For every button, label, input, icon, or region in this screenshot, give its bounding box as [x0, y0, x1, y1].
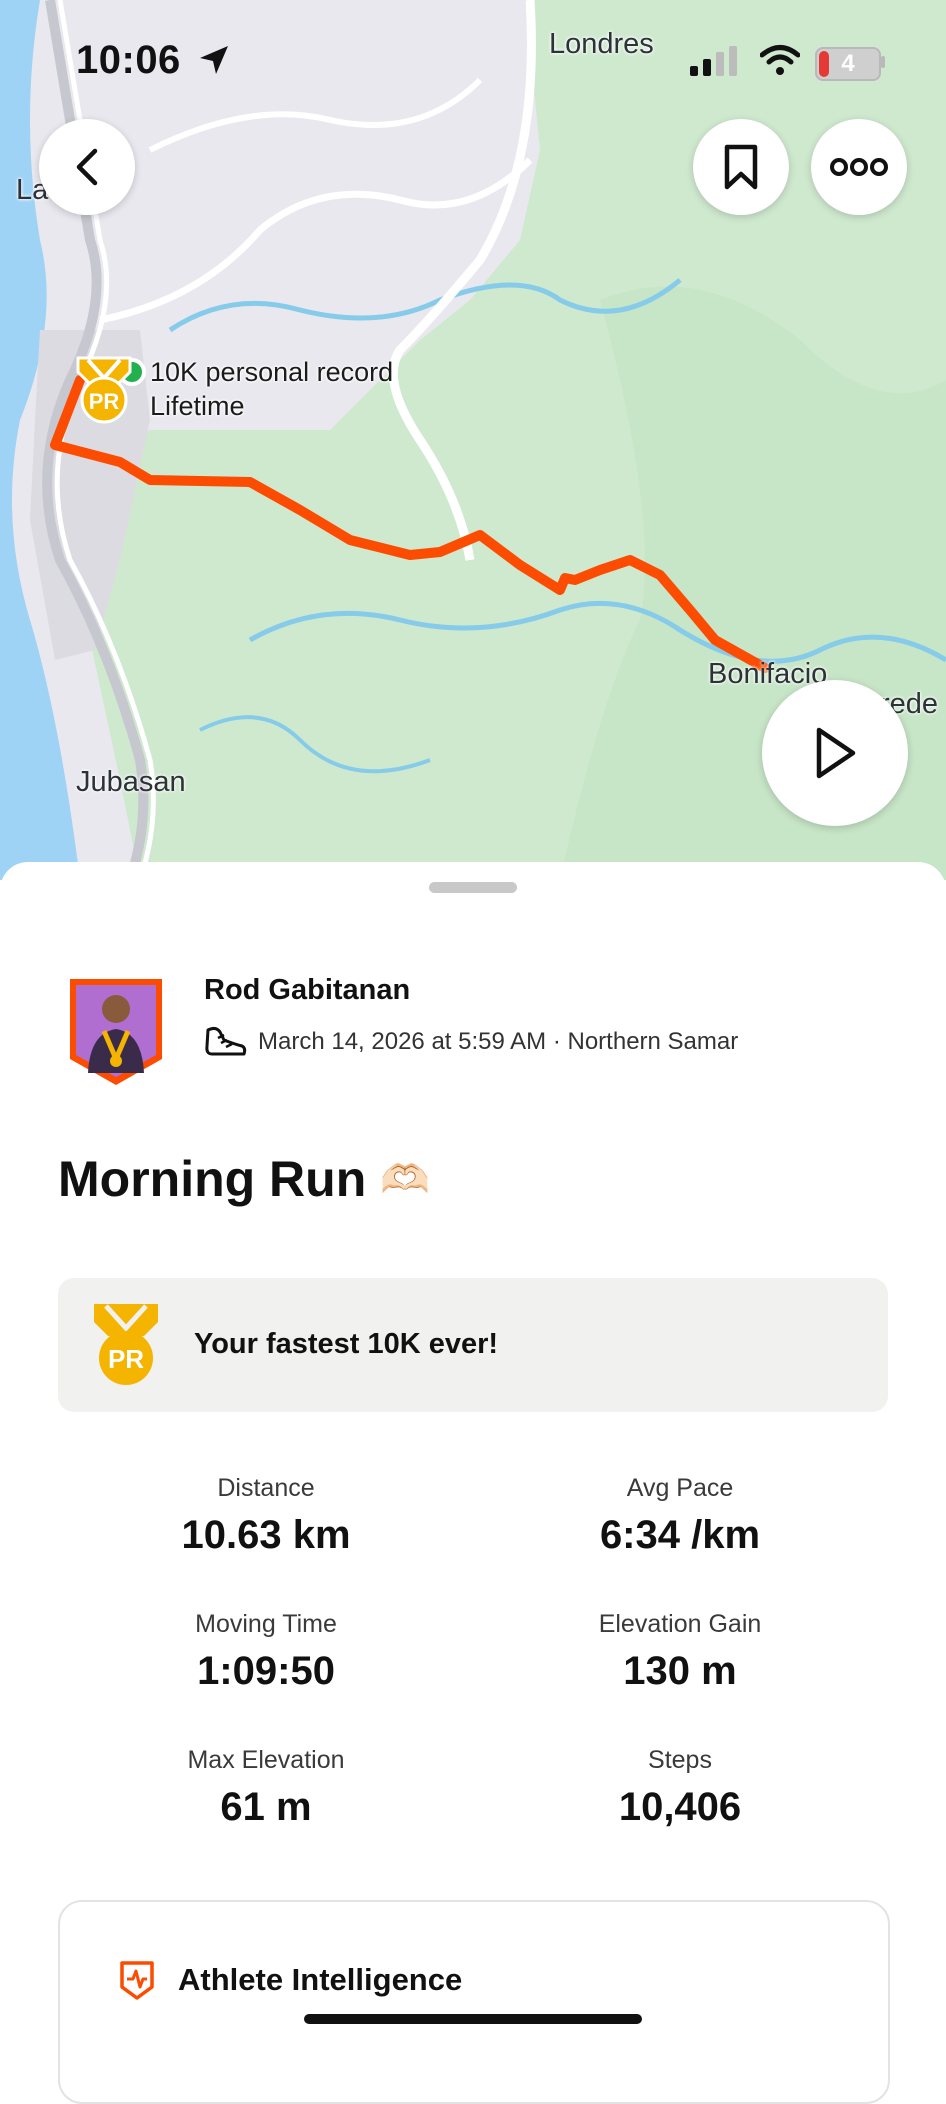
home-indicator[interactable] [304, 2014, 642, 2024]
stat-value: 10.63 km [181, 1513, 351, 1557]
cellular-signal-icon [690, 46, 737, 76]
activity-meta: March 14, 2026 at 5:59 AM · Northern Sam… [204, 1024, 738, 1060]
more-options-button[interactable] [811, 119, 907, 215]
route-map[interactable]: Londres La Jubasan Bonifacio rede PR 10K… [0, 0, 946, 880]
status-bar: 10:06 4 [0, 0, 946, 110]
flyover-play-button[interactable] [762, 680, 908, 826]
stat-elevation-gain: Elevation Gain 130 m [480, 1610, 880, 1694]
location-arrow-icon [200, 46, 228, 74]
activity-sheet: Rod Gabitanan March 14, 2026 at 5:59 AM … [0, 862, 946, 2104]
stat-max-elevation: Max Elevation 61 m [66, 1746, 466, 1830]
stat-value: 130 m [623, 1649, 737, 1693]
stat-value: 61 m [220, 1785, 312, 1829]
stat-label: Moving Time [195, 1610, 337, 1638]
pr-marker-line2: Lifetime [150, 391, 245, 421]
stat-label: Steps [648, 1746, 712, 1774]
stat-steps: Steps 10,406 [480, 1746, 880, 1830]
wifi-icon [760, 45, 800, 75]
svg-text:PR: PR [89, 389, 120, 414]
pr-achievement-card[interactable]: PR Your fastest 10K ever! [58, 1278, 888, 1412]
stat-label: Elevation Gain [598, 1610, 762, 1638]
pr-medal-icon[interactable]: PR [72, 354, 136, 426]
stat-avg-pace: Avg Pace 6:34 /km [480, 1474, 880, 1558]
heart-hands-emoji: 🫶🏻 [380, 1157, 431, 1202]
back-button[interactable] [39, 119, 135, 215]
save-route-button[interactable] [693, 119, 789, 215]
status-time: 10:06 [76, 38, 181, 82]
play-icon [816, 727, 856, 779]
athlete-avatar[interactable] [68, 977, 164, 1087]
back-icon [76, 148, 98, 186]
more-icon [830, 158, 888, 176]
pr-marker-label: 10K personal record Lifetime [150, 355, 393, 423]
stat-label: Avg Pace [626, 1474, 734, 1502]
bookmark-icon [724, 144, 758, 190]
stat-value: 6:34 /km [599, 1513, 761, 1557]
athlete-intelligence-title: Athlete Intelligence [178, 1962, 463, 1997]
activity-title-row: Morning Run 🫶🏻 [58, 1150, 430, 1208]
athlete-name[interactable]: Rod Gabitanan [204, 974, 410, 1007]
athlete-intelligence-card[interactable] [58, 1900, 890, 2104]
activity-date-location: March 14, 2026 at 5:59 AM · Northern Sam… [258, 1028, 739, 1055]
battery-tip [881, 56, 885, 68]
shoe-icon [205, 1026, 247, 1056]
stat-label: Distance [217, 1474, 315, 1502]
place-label-jubasan: Jubasan [76, 766, 186, 798]
stat-value: 10,406 [618, 1785, 742, 1829]
pr-medal-icon: PR [94, 1304, 158, 1385]
pr-marker-line1: 10K personal record [150, 357, 394, 387]
athlete-intelligence-icon [120, 1961, 154, 2000]
stat-value: 1:09:50 [197, 1649, 335, 1693]
sheet-drag-handle[interactable] [429, 882, 517, 893]
battery-indicator: 4 [815, 47, 881, 81]
stat-distance: Distance 10.63 km [66, 1474, 466, 1558]
stat-label: Max Elevation [187, 1746, 345, 1774]
svg-text:PR: PR [108, 1344, 144, 1374]
stat-moving-time: Moving Time 1:09:50 [66, 1610, 466, 1694]
activity-title: Morning Run [58, 1151, 367, 1207]
pr-achievement-text: Your fastest 10K ever! [194, 1328, 499, 1360]
battery-level: 4 [841, 50, 855, 77]
